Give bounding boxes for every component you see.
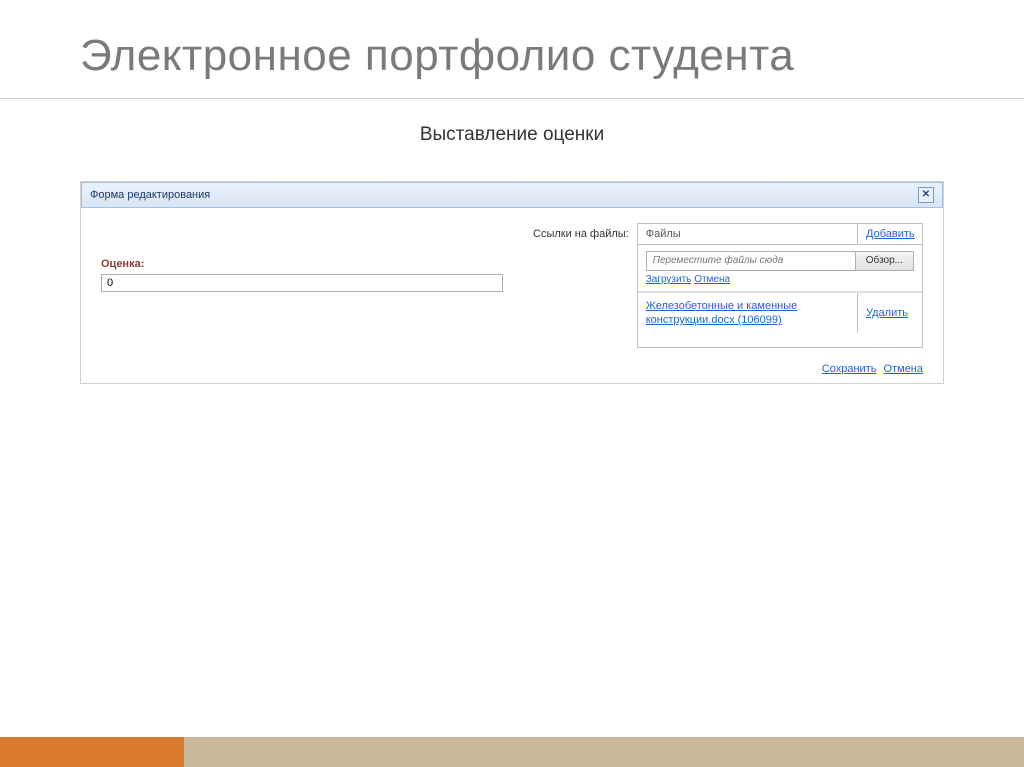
files-box: Файлы Добавить Обзор... Загрузить Отмена [637, 223, 923, 348]
upload-actions: Загрузить Отмена [646, 274, 914, 285]
upload-link[interactable]: Загрузить [646, 274, 692, 285]
upload-row: Обзор... Загрузить Отмена [638, 245, 922, 292]
form-screenshot: Форма редактирования ✕ Оценка: Ссылки на… [80, 181, 944, 384]
file-drop-input[interactable] [646, 251, 856, 271]
files-section: Ссылки на файлы: Файлы Добавить Обзор...… [533, 223, 923, 348]
cancel-link[interactable]: Отмена [884, 363, 923, 375]
file-name-link[interactable]: Железобетонные и каменные конструкции.do… [638, 293, 857, 334]
grade-label: Оценка: [101, 258, 503, 270]
files-label: Ссылки на файлы: [533, 223, 629, 348]
footer-accent-beige [184, 737, 1024, 767]
files-header-row: Файлы Добавить [638, 224, 922, 245]
footer-bar [0, 737, 1024, 767]
add-file-link[interactable]: Добавить [857, 224, 922, 244]
form-titlebar-text: Форма редактирования [90, 189, 210, 201]
file-row: Железобетонные и каменные конструкции.do… [638, 292, 922, 334]
slide-container: Электронное портфолио студента Выставлен… [0, 0, 1024, 767]
browse-button[interactable]: Обзор... [856, 251, 914, 271]
delete-file-link[interactable]: Удалить [857, 293, 922, 334]
form-body: Оценка: Ссылки на файлы: Файлы Добавить … [81, 208, 943, 358]
upload-controls: Обзор... [646, 251, 914, 271]
form-actions: Сохранить Отмена [81, 358, 943, 383]
title-section: Электронное портфолио студента [0, 30, 1024, 99]
upload-cancel-link[interactable]: Отмена [694, 274, 730, 285]
grade-section: Оценка: [101, 223, 503, 348]
grade-input[interactable] [101, 274, 503, 292]
page-title: Электронное портфолио студента [80, 30, 944, 83]
subtitle: Выставление оценки [0, 124, 1024, 146]
form-titlebar: Форма редактирования ✕ [81, 182, 943, 208]
files-header-label: Файлы [638, 224, 857, 244]
close-icon[interactable]: ✕ [918, 187, 934, 203]
save-link[interactable]: Сохранить [822, 363, 877, 375]
footer-accent-orange [0, 737, 184, 767]
